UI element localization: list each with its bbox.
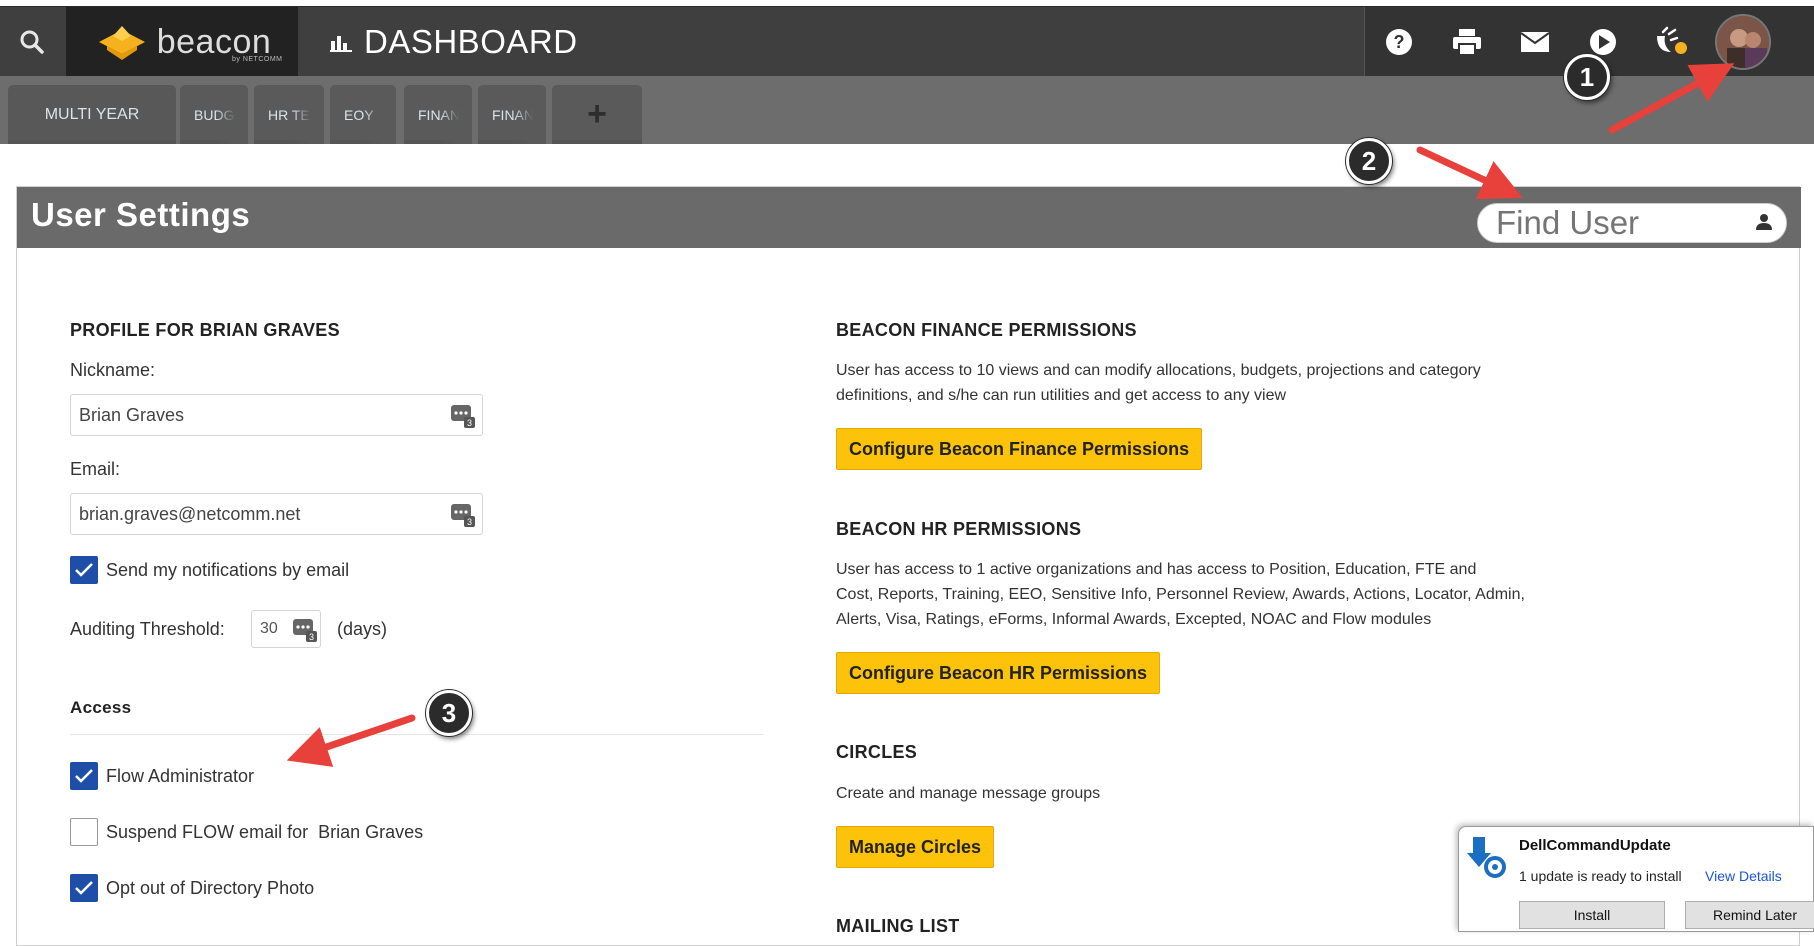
arrow-to-find-user [1416, 146, 1523, 200]
dell-update-icon [1467, 837, 1506, 878]
annotation-arrows [286, 63, 1735, 767]
remind-later-button[interactable]: Remind Later [1685, 901, 1814, 929]
arrow-to-avatar [1608, 63, 1735, 134]
toast-title: DellCommandUpdate [1519, 837, 1671, 854]
annotation-marker-3: 3 [426, 690, 472, 736]
view-details-link[interactable]: View Details [1705, 868, 1782, 884]
arrow-to-flow-administrator [286, 714, 416, 767]
annotation-marker-1: 1 [1564, 54, 1610, 100]
dell-update-notification: DellCommandUpdate 1 update is ready to i… [1458, 826, 1814, 932]
install-button[interactable]: Install [1519, 901, 1665, 929]
toast-message: 1 update is ready to install [1519, 868, 1682, 884]
annotation-marker-2: 2 [1346, 138, 1392, 184]
